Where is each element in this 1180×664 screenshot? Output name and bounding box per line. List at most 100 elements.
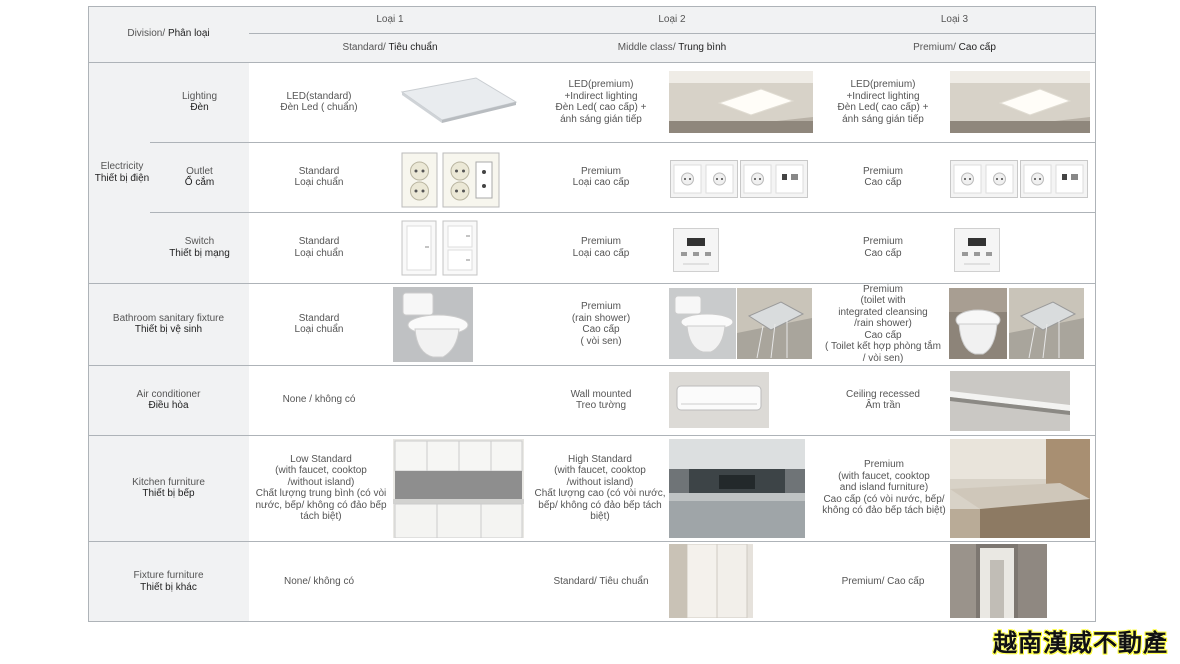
cell-line: Premium bbox=[580, 236, 621, 247]
aircon-type2-text: Wall mounted Treo tường bbox=[532, 365, 670, 435]
premium-switch-image-1 bbox=[673, 228, 719, 272]
outlet-type1-text: Standard Loại chuẩn bbox=[250, 142, 388, 212]
cell-line: Ceiling recessed bbox=[846, 388, 920, 400]
premium-switch-image-2 bbox=[954, 228, 1000, 272]
kitchen-type3-text: Premium (with faucet, cooktop and island f… bbox=[814, 435, 954, 541]
row-label-bathroom: Bathroom sanitary fixture Thiết bị vệ sin… bbox=[112, 312, 225, 336]
rain-shower-image-1 bbox=[737, 288, 812, 359]
premium-outlet-image-3 bbox=[950, 160, 1018, 198]
cell-line: (toilet with bbox=[860, 295, 906, 307]
lighting-type1-text: LED(standard) Đèn Led ( chuẩn) bbox=[250, 62, 388, 142]
cell-line: không có đảo bếp tách biệt) bbox=[822, 505, 946, 517]
cell-line: Loại chuẩn bbox=[294, 247, 344, 259]
indirect-lighting-image-1 bbox=[669, 71, 813, 133]
cell-line: (with faucet, cooktop bbox=[554, 465, 646, 476]
cell-line: Loại cao cấp bbox=[572, 247, 630, 259]
cell-line: Chất lượng trung bình (có vòi bbox=[255, 488, 387, 499]
premium-outlet-image-1 bbox=[670, 160, 738, 198]
standard-switch-image-1 bbox=[401, 220, 437, 276]
cell-line: Loại cao cấp bbox=[572, 177, 630, 188]
kitchen-type1-text: Low Standard (with faucet, cooktop/withou… bbox=[248, 435, 394, 541]
header-division: Division/ Phân loại bbox=[127, 28, 210, 40]
header-type-3: Loại 3 bbox=[940, 13, 969, 25]
header-class-3: Premium/ Cao cấp bbox=[913, 41, 996, 53]
switch-type3-text: Premium Cao cấp bbox=[814, 212, 952, 283]
fixture-type2-text: Standard/ Tiêu chuẩn bbox=[532, 541, 670, 622]
cell-line: Premium bbox=[862, 283, 903, 295]
indirect-lighting-image-2 bbox=[950, 71, 1090, 133]
cell-line: Standard bbox=[298, 312, 340, 324]
kitchen-type2-text: High Standard (with faucet, cooktop/witho… bbox=[530, 435, 670, 541]
premium-outlet-image-4 bbox=[1020, 160, 1088, 198]
row-label-switch: Switch Thiết bị mạng bbox=[169, 236, 230, 259]
cell-line: (with faucet, cooktop bbox=[838, 470, 930, 482]
bathroom-type1-text: Standard Loại chuẩn bbox=[250, 283, 388, 365]
low-standard-kitchen-image bbox=[393, 439, 524, 538]
standard-outlet-image-2 bbox=[442, 152, 500, 208]
cell-line: Premium bbox=[862, 236, 903, 247]
cell-line: None/ không có bbox=[283, 575, 355, 587]
cell-line: +Indirect lighting bbox=[564, 90, 638, 102]
switch-type2-text: Premium Loại cao cấp bbox=[532, 212, 670, 283]
cell-line: Cao cấp (có vòi nước, bếp/ bbox=[823, 493, 945, 505]
cell-line: Đèn Led ( chuẩn) bbox=[280, 102, 358, 113]
cell-line: ánh sáng gián tiếp bbox=[560, 113, 642, 125]
bathroom-type3-text: Premium (toilet with integrated cleansing /… bbox=[814, 283, 952, 365]
cell-line: nước, bếp/ không có đảo bếp bbox=[255, 499, 387, 511]
header-type-1: Loại 1 bbox=[376, 13, 404, 25]
cell-line: Cao cấp bbox=[864, 177, 902, 188]
standard-outlet-image-1 bbox=[401, 152, 438, 208]
cell-line: Cao cấp bbox=[582, 324, 620, 335]
header-class-2: Middle class/ Trung bình bbox=[617, 41, 727, 53]
cell-line: biệt) bbox=[590, 511, 610, 522]
cell-line: Premium bbox=[580, 301, 621, 312]
header-type-2: Loại 2 bbox=[658, 13, 686, 25]
cell-line: Cao cấp bbox=[864, 329, 902, 341]
lighting-type2-text: LED(premium) +Indirect lighting Đèn Led( c… bbox=[532, 62, 670, 142]
cell-line: Chất lượng cao (có vòi nước, bbox=[534, 488, 666, 499]
standard-switch-image-2 bbox=[442, 220, 478, 276]
standard-toilet-image bbox=[393, 287, 473, 362]
cell-line: /without island) bbox=[566, 476, 634, 488]
rain-shower-image-2 bbox=[1009, 288, 1084, 359]
row-label-lighting: Lighting Đèn bbox=[181, 90, 218, 114]
integrated-toilet-image bbox=[949, 288, 1007, 359]
premium-outlet-image-2 bbox=[740, 160, 808, 198]
cell-line: (with faucet, cooktop bbox=[275, 465, 367, 476]
lighting-type3-text: LED(premium) +Indirect lighting Đèn Led( c… bbox=[814, 62, 952, 142]
premium-wardrobe-image bbox=[950, 544, 1047, 618]
premium-toilet-image-1 bbox=[669, 288, 736, 359]
cell-line: Treo tường bbox=[575, 400, 627, 411]
cell-line: Wall mounted bbox=[570, 388, 632, 400]
bathroom-type2-text: Premium (rain shower) Cao cấp( vòi sen) bbox=[532, 283, 670, 365]
switch-type1-text: Standard Loại chuẩn bbox=[250, 212, 388, 283]
standard-wardrobe-image bbox=[669, 544, 753, 618]
cell-line: LED(premium) bbox=[850, 79, 916, 90]
aircon-type3-text: Ceiling recessed Âm trần bbox=[814, 365, 952, 435]
led-panel-image bbox=[392, 72, 524, 130]
fixture-type3-text: Premium/ Cao cấp bbox=[814, 541, 952, 622]
group-electricity: Electricity Thiết bị điện bbox=[94, 161, 150, 184]
cell-line: Standard bbox=[298, 236, 340, 247]
cell-line: Đèn Led( cao cấp) + bbox=[837, 102, 929, 113]
cell-line: +Indirect lighting bbox=[846, 90, 920, 102]
cell-line: Premium bbox=[580, 165, 621, 177]
cell-line: and island furniture) bbox=[839, 482, 929, 494]
ceiling-recessed-ac-image bbox=[950, 371, 1070, 431]
company-watermark: 越南漢威不動產 bbox=[993, 628, 1168, 657]
cell-line: ( vòi sen) bbox=[580, 335, 622, 347]
outlet-type2-text: Premium Loại cao cấp bbox=[532, 142, 670, 212]
cell-line: Standard bbox=[298, 165, 340, 177]
cell-line: Premium/ Cao cấp bbox=[841, 575, 925, 587]
cell-line: / vòi sen) bbox=[862, 352, 904, 364]
row-label-fixture: Fixture furniture Thiết bị khác bbox=[133, 570, 204, 593]
cell-line: None / không có bbox=[282, 394, 356, 406]
cell-line: LED(standard) bbox=[286, 90, 352, 102]
cell-line: Premium bbox=[863, 459, 904, 471]
cell-line: Đèn Led( cao cấp) + bbox=[555, 102, 647, 113]
cell-line: tách biệt) bbox=[300, 511, 342, 522]
premium-kitchen-image bbox=[950, 439, 1090, 538]
row-label-kitchen: Kitchen furniture Thiết bị bếp bbox=[132, 476, 205, 500]
cell-line: ( Toilet kết hợp phòng tắm bbox=[825, 341, 941, 353]
cell-line: Âm trần bbox=[865, 400, 901, 411]
